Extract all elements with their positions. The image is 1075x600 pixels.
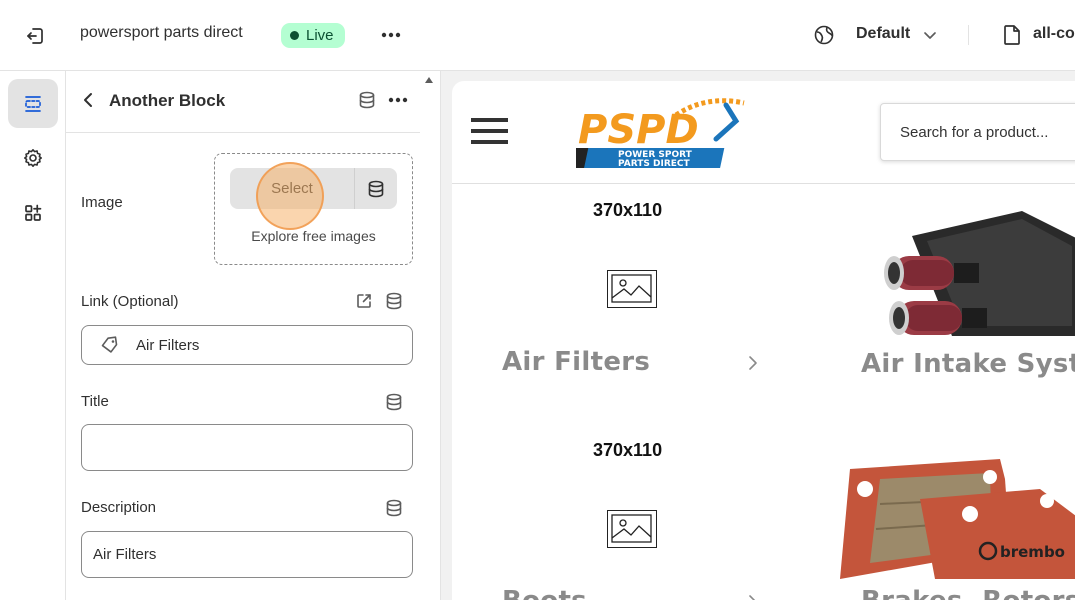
- air-intake-image[interactable]: [872, 201, 1075, 341]
- chevron-right-icon[interactable]: [748, 354, 758, 377]
- placeholder-size-label: 370x110: [593, 440, 663, 460]
- theme-selector[interactable]: Default: [856, 25, 910, 43]
- logo-text: PSPD: [578, 107, 699, 153]
- site-header: PSPD POWER SPORT PARTS DIRECT Search for…: [452, 81, 1075, 184]
- product-name[interactable]: Brakes, Rotors & I: [861, 586, 1075, 600]
- image-picker: Select Explore free images: [214, 153, 413, 265]
- apps-icon: [25, 204, 42, 221]
- store-logo[interactable]: PSPD POWER SPORT PARTS DIRECT: [562, 93, 752, 173]
- site-search-placeholder: Search for a product...: [900, 123, 1049, 141]
- globe-icon[interactable]: [812, 23, 836, 52]
- panel-header: Another Block: [66, 71, 420, 133]
- block-more-button[interactable]: [386, 89, 410, 111]
- page-icon[interactable]: [1002, 24, 1022, 51]
- chevron-down-icon[interactable]: [922, 28, 938, 47]
- select-button-group: Select: [230, 162, 397, 230]
- image-label: Image: [81, 194, 123, 211]
- menu-icon[interactable]: [471, 118, 508, 145]
- ellipsis-icon: [388, 97, 408, 103]
- ellipsis-icon: [381, 32, 401, 38]
- connect-source-button[interactable]: [355, 168, 397, 209]
- database-icon[interactable]: [385, 393, 403, 416]
- description-field[interactable]: Air Filters: [81, 531, 413, 578]
- placeholder-size-label: 370x110: [593, 200, 663, 220]
- back-button[interactable]: [78, 89, 100, 111]
- rail-sections-button[interactable]: [8, 79, 58, 128]
- rail-settings-button[interactable]: [8, 133, 58, 182]
- exit-icon: [27, 28, 43, 44]
- exit-button[interactable]: [20, 21, 50, 51]
- chevron-left-icon: [84, 93, 92, 107]
- database-icon[interactable]: [358, 91, 376, 114]
- brake-pads-image[interactable]: brembo: [840, 459, 1075, 584]
- product-name[interactable]: Air Intake System: [861, 349, 1075, 379]
- gear-icon: [24, 148, 42, 167]
- image-placeholder-icon: [607, 270, 657, 308]
- database-icon[interactable]: [385, 292, 403, 315]
- divider: [968, 25, 969, 45]
- external-link-icon[interactable]: [355, 292, 373, 315]
- storefront-preview: PSPD POWER SPORT PARTS DIRECT Search for…: [452, 81, 1075, 600]
- page-selector[interactable]: all-co: [1033, 25, 1075, 43]
- link-label: Link (Optional): [81, 293, 179, 310]
- left-rail: [0, 71, 66, 600]
- tag-icon: [101, 336, 118, 353]
- chevron-right-icon[interactable]: [748, 593, 758, 600]
- title-field[interactable]: [81, 424, 413, 471]
- database-icon[interactable]: [385, 499, 403, 522]
- scroll-up-arrow[interactable]: [425, 77, 433, 83]
- description-field-value: Air Filters: [93, 546, 157, 563]
- site-search-input[interactable]: Search for a product...: [880, 103, 1075, 161]
- link-field[interactable]: Air Filters: [81, 325, 413, 365]
- description-label: Description: [81, 499, 157, 516]
- database-icon: [368, 180, 384, 197]
- live-dot-icon: [290, 31, 299, 40]
- status-badge: Live: [281, 23, 345, 48]
- category-name[interactable]: Air Filters: [502, 347, 650, 377]
- explore-free-images-link[interactable]: Explore free images: [215, 228, 412, 244]
- select-image-button[interactable]: Select: [230, 168, 354, 209]
- logo-subtext-2: PARTS DIRECT: [618, 159, 691, 169]
- link-field-value: Air Filters: [136, 336, 200, 354]
- more-actions-button[interactable]: [376, 22, 406, 48]
- page-title: Another Block: [109, 91, 226, 110]
- category-name[interactable]: Boots: [502, 586, 587, 600]
- status-badge-label: Live: [306, 27, 334, 44]
- block-settings-panel: Another Block Image Select Explore free …: [66, 71, 441, 600]
- top-bar: powersport parts direct Live Default all…: [0, 0, 1075, 71]
- store-name: powersport parts direct: [80, 24, 243, 41]
- image-placeholder-icon: [607, 510, 657, 548]
- svg-text:brembo: brembo: [1000, 543, 1065, 561]
- rail-apps-button[interactable]: [8, 188, 58, 237]
- title-label: Title: [81, 393, 109, 410]
- sections-icon: [25, 95, 41, 112]
